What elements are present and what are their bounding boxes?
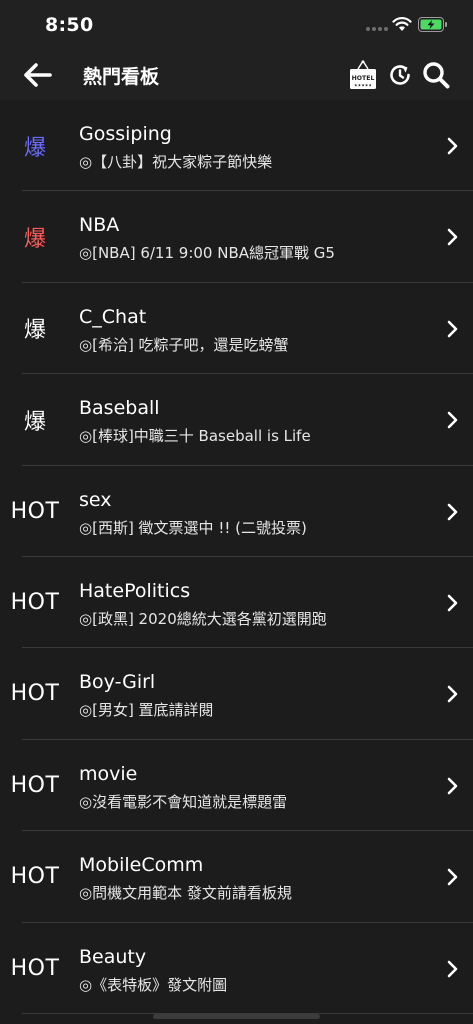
chevron-right-icon [447, 320, 458, 338]
explosive-badge: 爆 [23, 226, 46, 252]
board-name: C_Chat [79, 305, 147, 328]
board-description: ◎[男女] 置底請詳閱 [79, 701, 214, 720]
history-icon[interactable] [388, 63, 412, 87]
board-name: MobileComm [79, 854, 204, 877]
chevron-right-icon [447, 594, 458, 612]
chevron-right-icon [447, 960, 458, 977]
search-icon[interactable] [422, 61, 450, 89]
explosive-badge: 爆 [23, 409, 46, 435]
board-name: Beauty [79, 945, 147, 968]
nav-bar: 熱門看板 HOTEL ★★★★★ [0, 50, 473, 100]
board-list: 爆 Gossiping ◎【八卦】祝大家粽子節快樂爆 NBA ◎[NBA] 6/11 9… [0, 100, 473, 1014]
screen: 8:50 熱門看板 HOTEL ★★★★★ 爆 Gossiping ◎【八卦】祝… [0, 0, 473, 1024]
board-description: ◎[希洽] 吃粽子吧，還是吃螃蟹 [79, 335, 289, 354]
board-row[interactable]: HOT movie ◎沒看電影不會知道就是標題雷 [0, 740, 473, 832]
page-title: 熱門看板 [83, 66, 160, 88]
board-row[interactable]: HOT Boy-Girl ◎[男女] 置底請詳閱 [0, 648, 473, 740]
board-description: ◎《表特板》發文附圖 [79, 975, 228, 994]
board-name: sex [79, 488, 112, 511]
board-name: Gossiping [79, 123, 172, 145]
board-row[interactable]: HOT Beauty ◎《表特板》發文附圖 [0, 923, 473, 1014]
board-row[interactable]: HOT MobileComm ◎問機文用範本 發文前請看板規 [0, 831, 473, 923]
explosive-badge: 爆 [23, 135, 46, 161]
board-row[interactable]: 爆 NBA ◎[NBA] 6/11 9:00 NBA總冠軍戰 G5 [0, 191, 473, 283]
chevron-right-icon [447, 503, 458, 520]
chevron-right-icon [447, 229, 458, 246]
board-name: Baseball [79, 397, 160, 420]
hotel-sign-icon[interactable]: HOTEL ★★★★★ [349, 60, 377, 90]
chevron-right-icon [447, 777, 458, 795]
board-row[interactable]: 爆 C_Chat ◎[希洽] 吃粽子吧，還是吃螃蟹 [0, 283, 473, 375]
board-row[interactable]: HOT HatePolitics ◎[政黑] 2020總統大選各黨初選開跑 [0, 557, 473, 649]
chevron-right-icon [447, 686, 458, 703]
board-name: HatePolitics [79, 579, 191, 602]
board-description: ◎【八卦】祝大家粽子節快樂 [79, 153, 273, 171]
hot-badge: HOT [10, 772, 60, 798]
board-row[interactable]: HOT sex ◎[西斯] 徵文票選中 !! (二號投票) [0, 466, 473, 557]
chevron-right-icon [447, 411, 458, 429]
hot-badge: HOT [10, 955, 60, 981]
board-description: ◎沒看電影不會知道就是標題雷 [79, 792, 288, 811]
board-row[interactable]: 爆 Baseball ◎[棒球]中職三十 Baseball is Life [0, 374, 473, 466]
board-description: ◎[NBA] 6/11 9:00 NBA總冠軍戰 G5 [79, 244, 335, 263]
chevron-right-icon [447, 137, 458, 155]
svg-text:★★★★★: ★★★★★ [354, 83, 372, 88]
board-name: NBA [79, 214, 120, 237]
hot-badge: HOT [10, 498, 60, 524]
svg-text:HOTEL: HOTEL [352, 75, 375, 82]
hot-badge: HOT [10, 589, 60, 615]
cellular-signal-icon [366, 27, 388, 31]
board-description: ◎[西斯] 徵文票選中 !! (二號投票) [79, 518, 307, 537]
arrow-left-icon [24, 63, 52, 87]
chevron-right-icon [447, 868, 458, 886]
board-row[interactable]: 爆 Gossiping ◎【八卦】祝大家粽子節快樂 [0, 100, 473, 192]
board-description: ◎[棒球]中職三十 Baseball is Life [79, 427, 311, 446]
board-description: ◎問機文用範本 發文前請看板規 [79, 884, 292, 903]
board-name: movie [79, 762, 138, 785]
status-bar: 8:50 [0, 0, 473, 50]
board-description: ◎[政黑] 2020總統大選各黨初選開跑 [79, 609, 327, 628]
home-indicator [153, 1014, 320, 1019]
battery-charging-icon [418, 17, 447, 32]
explosive-badge: 爆 [23, 318, 46, 344]
back-button[interactable] [22, 58, 62, 92]
hot-badge: HOT [10, 864, 60, 890]
wifi-icon [392, 17, 412, 31]
board-name: Boy-Girl [79, 671, 156, 694]
hot-badge: HOT [10, 681, 60, 707]
status-time: 8:50 [45, 14, 94, 36]
